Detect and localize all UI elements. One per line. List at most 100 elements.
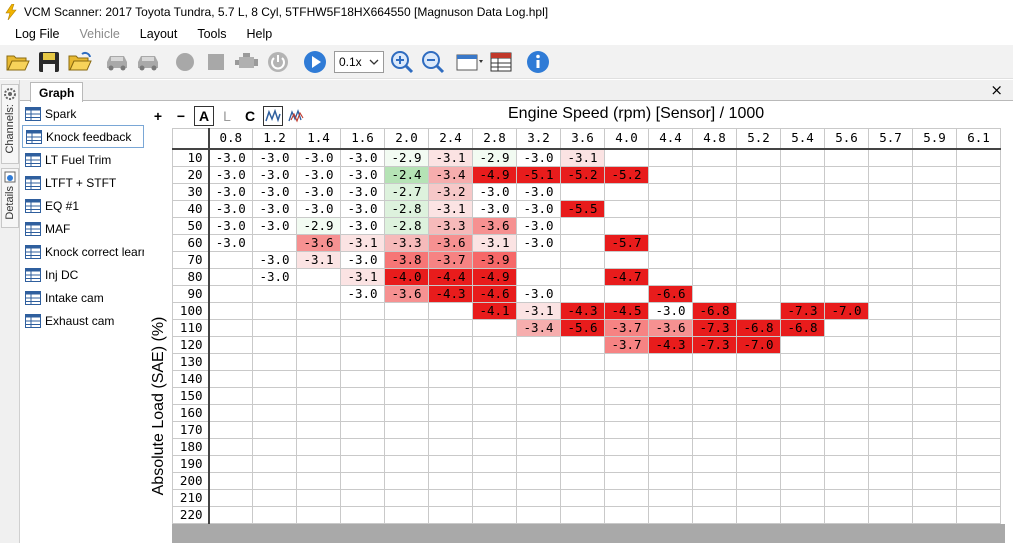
table-cell[interactable]: -3.0 — [340, 250, 385, 269]
table-cell[interactable] — [956, 165, 1001, 184]
table-cell[interactable]: -3.6 — [472, 216, 517, 235]
channel-item[interactable]: Exhaust cam — [22, 309, 144, 332]
table-cell[interactable] — [560, 250, 605, 269]
table-cell[interactable] — [516, 437, 561, 456]
table-cell[interactable]: -3.0 — [208, 199, 253, 218]
table-cell[interactable] — [428, 403, 473, 422]
table-cell[interactable] — [824, 148, 869, 167]
close-tab-button[interactable]: × — [990, 81, 1003, 99]
table-cell[interactable] — [868, 199, 913, 218]
table-cell[interactable] — [648, 352, 693, 371]
table-cell[interactable] — [824, 437, 869, 456]
table-cell[interactable] — [384, 386, 429, 405]
table-cell[interactable] — [736, 403, 781, 422]
graph-view-icon[interactable] — [263, 106, 283, 126]
table-cell[interactable] — [736, 216, 781, 235]
table-cell[interactable]: -6.8 — [692, 301, 737, 320]
table-cell[interactable] — [560, 352, 605, 371]
table-cell[interactable] — [340, 471, 385, 490]
table-cell[interactable] — [824, 488, 869, 507]
table-cell[interactable] — [868, 505, 913, 524]
info-icon[interactable] — [523, 47, 553, 77]
table-cell[interactable]: -3.0 — [472, 199, 517, 218]
table-cell[interactable] — [736, 148, 781, 167]
table-cell[interactable]: -2.8 — [384, 216, 429, 235]
table-cell[interactable] — [956, 420, 1001, 439]
power-icon[interactable] — [263, 47, 293, 77]
table-cell[interactable] — [912, 284, 957, 303]
table-cell[interactable] — [516, 471, 561, 490]
table-cell[interactable] — [516, 454, 561, 473]
last-mode-button[interactable]: L — [217, 106, 237, 126]
table-cell[interactable]: -5.1 — [516, 165, 561, 184]
table-cell[interactable] — [560, 233, 605, 252]
table-cell[interactable] — [780, 403, 825, 422]
table-cell[interactable]: -3.0 — [296, 182, 341, 201]
table-cell[interactable] — [428, 420, 473, 439]
table-cell[interactable] — [208, 403, 253, 422]
table-cell[interactable] — [516, 403, 561, 422]
table-cell[interactable] — [824, 165, 869, 184]
table-cell[interactable] — [780, 216, 825, 235]
table-cell[interactable] — [208, 301, 253, 320]
table-cell[interactable] — [912, 352, 957, 371]
table-cell[interactable] — [604, 420, 649, 439]
table-cell[interactable]: -3.1 — [472, 233, 517, 252]
table-cell[interactable] — [648, 386, 693, 405]
table-cell[interactable]: -3.6 — [384, 284, 429, 303]
open-folder-icon[interactable] — [3, 47, 33, 77]
table-cell[interactable] — [384, 420, 429, 439]
table-cell[interactable]: -3.0 — [296, 165, 341, 184]
table-cell[interactable] — [824, 335, 869, 354]
channel-item-selected[interactable]: Knock feedback — [22, 125, 144, 148]
table-cell[interactable]: -3.0 — [340, 199, 385, 218]
table-cell[interactable]: -2.7 — [384, 182, 429, 201]
table-cell[interactable] — [736, 233, 781, 252]
table-cell[interactable] — [296, 403, 341, 422]
table-cell[interactable] — [340, 454, 385, 473]
table-cell[interactable] — [912, 216, 957, 235]
engine-icon[interactable] — [232, 47, 262, 77]
table-cell[interactable] — [604, 148, 649, 167]
table-cell[interactable] — [296, 420, 341, 439]
table-cell[interactable] — [692, 233, 737, 252]
table-cell[interactable] — [560, 505, 605, 524]
table-cell[interactable]: -2.9 — [472, 148, 517, 167]
table-cell[interactable] — [868, 454, 913, 473]
channels-side-tab[interactable]: Channels: — [1, 84, 19, 164]
table-cell[interactable]: -3.0 — [340, 182, 385, 201]
table-cell[interactable] — [604, 437, 649, 456]
table-cell[interactable] — [252, 505, 297, 524]
table-cell[interactable]: -4.3 — [428, 284, 473, 303]
table-cell[interactable] — [472, 352, 517, 371]
table-cell[interactable] — [824, 182, 869, 201]
table-cell[interactable] — [340, 318, 385, 337]
table-cell[interactable] — [736, 420, 781, 439]
table-cell[interactable] — [912, 165, 957, 184]
table-cell[interactable]: -4.9 — [472, 267, 517, 286]
table-cell[interactable]: -4.5 — [604, 301, 649, 320]
table-cell[interactable] — [340, 335, 385, 354]
table-cell[interactable] — [912, 454, 957, 473]
table-cell[interactable] — [428, 369, 473, 388]
table-cell[interactable] — [912, 420, 957, 439]
table-cell[interactable] — [560, 454, 605, 473]
table-cell[interactable] — [956, 182, 1001, 201]
table-cell[interactable] — [472, 454, 517, 473]
table-cell[interactable] — [340, 352, 385, 371]
table-cell[interactable] — [868, 471, 913, 490]
table-cell[interactable] — [208, 420, 253, 439]
table-cell[interactable]: -2.9 — [384, 148, 429, 167]
table-cell[interactable] — [956, 403, 1001, 422]
table-cell[interactable] — [428, 386, 473, 405]
table-cell[interactable]: -3.1 — [428, 148, 473, 167]
table-cell[interactable] — [868, 233, 913, 252]
table-cell[interactable] — [252, 335, 297, 354]
table-cell[interactable] — [912, 301, 957, 320]
table-cell[interactable] — [692, 505, 737, 524]
table-cell[interactable] — [824, 386, 869, 405]
table-cell[interactable] — [780, 454, 825, 473]
table-cell[interactable]: -3.0 — [516, 182, 561, 201]
table-cell[interactable] — [428, 301, 473, 320]
table-cell[interactable]: -2.4 — [384, 165, 429, 184]
